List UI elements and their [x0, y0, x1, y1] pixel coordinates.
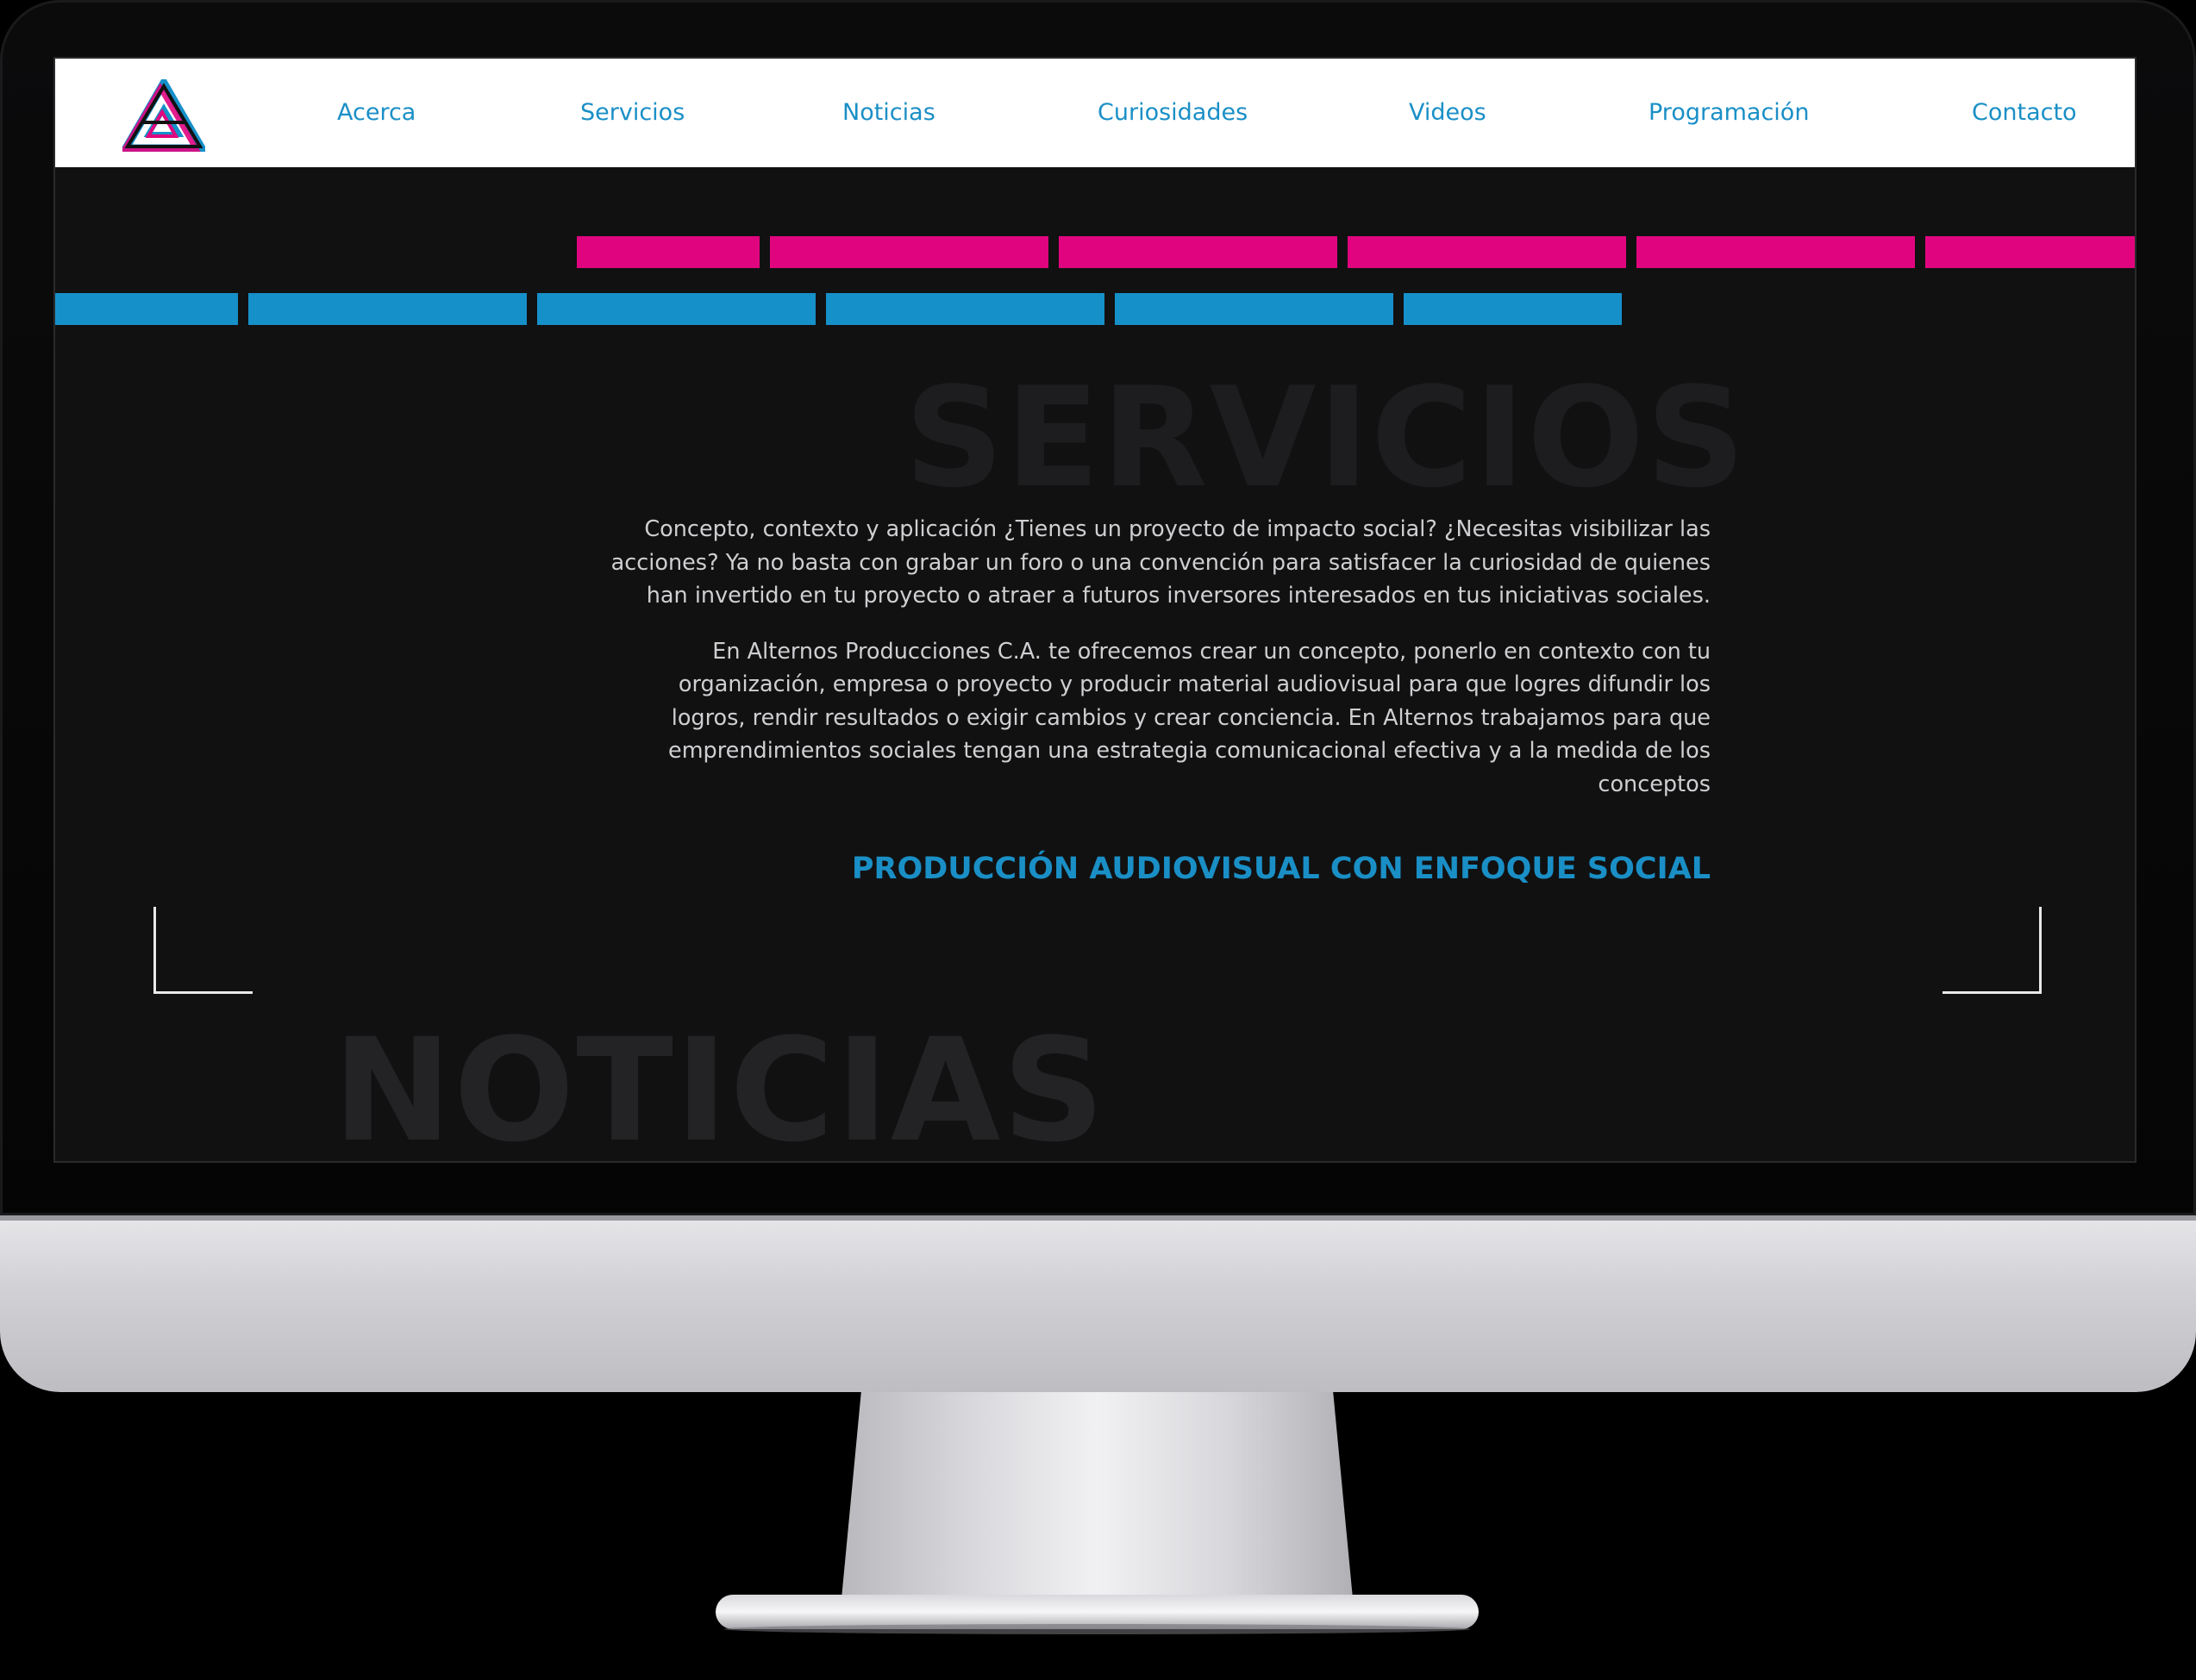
monitor-chin — [0, 1215, 2196, 1392]
navbar: Acerca Servicios Noticias Curiosidades V… — [55, 59, 2135, 167]
decorative-bar-pink — [1925, 236, 2135, 268]
decorative-bar-pink — [577, 236, 760, 268]
triangle-logo-icon[interactable] — [122, 79, 205, 152]
nav-link-programacion[interactable]: Programación — [1649, 99, 1809, 126]
services-heading: PRODUCCIÓN AUDIOVISUAL CON ENFOQUE SOCIA… — [851, 852, 1711, 886]
decorative-bar-blue — [248, 293, 527, 325]
decorative-bar-blue — [55, 293, 238, 325]
corner-bracket-left-icon — [153, 907, 253, 994]
decorative-bar-blue — [826, 293, 1104, 325]
decorative-bar-blue — [1115, 293, 1393, 325]
services-paragraph: Concepto, contexto y aplicación ¿Tienes … — [610, 516, 1711, 609]
services-paragraph: En Alternos Producciones C.A. te ofrecem… — [668, 638, 1711, 797]
corner-bracket-right-icon — [1943, 907, 2042, 994]
decorative-bar-pink — [1348, 236, 1626, 268]
website-screen: Acerca Servicios Noticias Curiosidades V… — [53, 57, 2137, 1163]
decorative-bar-blue — [537, 293, 816, 325]
nav-link-contacto[interactable]: Contacto — [1972, 99, 2077, 126]
decorative-bar-pink — [1059, 236, 1337, 268]
nav-link-videos[interactable]: Videos — [1409, 99, 1486, 126]
nav-link-servicios[interactable]: Servicios — [580, 99, 685, 126]
services-description: Concepto, contexto y aplicación ¿Tienes … — [607, 513, 1711, 823]
monitor-stand-neck — [841, 1392, 1354, 1608]
nav-link-noticias[interactable]: Noticias — [842, 99, 935, 126]
section-watermark-noticias: NOTICIAS — [333, 1008, 1107, 1163]
decorative-bar-pink — [1636, 236, 1915, 268]
decorative-bar-blue — [1404, 293, 1622, 325]
nav-link-acerca[interactable]: Acerca — [337, 99, 416, 126]
nav-link-curiosidades[interactable]: Curiosidades — [1098, 99, 1248, 126]
section-watermark-servicios: SERVICIOS — [904, 357, 1748, 518]
decorative-bar-pink — [770, 236, 1048, 268]
monitor-stand-shadow — [724, 1624, 1470, 1634]
